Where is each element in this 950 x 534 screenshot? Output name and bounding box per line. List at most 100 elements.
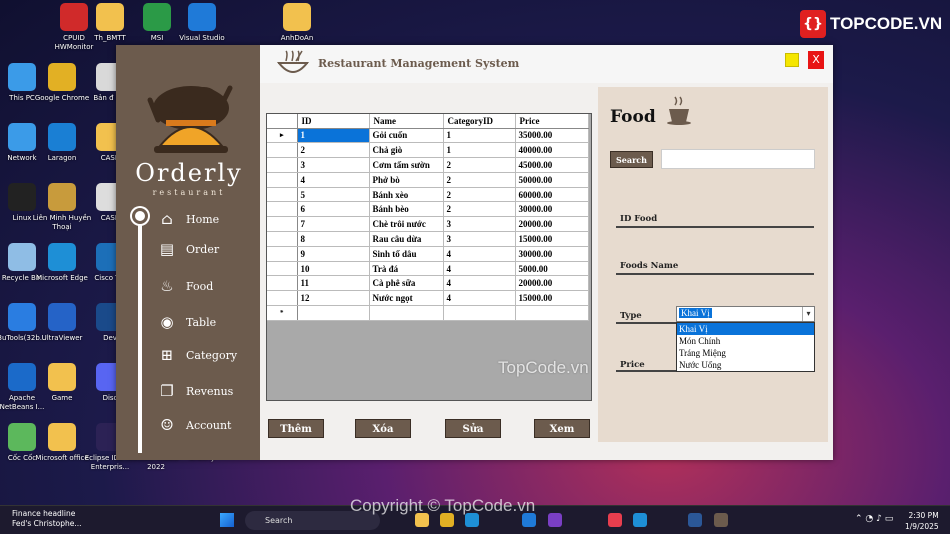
row-header[interactable] <box>267 246 298 262</box>
table-row[interactable]: 12 Nước ngọt 4 15000.00 <box>267 290 589 307</box>
table-cell[interactable]: 1 <box>443 142 516 159</box>
table-row[interactable]: 6 Bánh bèo 2 30000.00 <box>267 201 589 218</box>
table-cell[interactable]: Chè trôi nước <box>369 216 444 233</box>
table-cell[interactable]: 4 <box>443 290 516 307</box>
table-row[interactable]: 10 Trà đá 4 5000.00 <box>267 261 589 277</box>
table-row[interactable]: 9 Sinh tố dâu 4 30000.00 <box>267 246 589 262</box>
table-cell[interactable]: Rau câu dừa <box>369 231 444 247</box>
table-cell[interactable]: 2 <box>443 157 516 173</box>
column-header-price[interactable]: Price <box>515 114 589 129</box>
table-cell[interactable]: 20000.00 <box>515 216 589 233</box>
table-cell[interactable]: 2 <box>297 142 370 159</box>
new-row[interactable]: * <box>267 305 589 321</box>
table-cell[interactable]: 15000.00 <box>515 290 589 307</box>
visual-studio-icon[interactable] <box>548 513 562 527</box>
edit-button[interactable]: Sửa <box>445 419 501 438</box>
desktop-icon[interactable]: Visual Studio <box>172 3 232 43</box>
search-button[interactable]: Search <box>610 151 653 168</box>
table-cell[interactable]: Nước ngọt <box>369 290 444 307</box>
table-cell[interactable]: 35000.00 <box>515 128 589 144</box>
add-button[interactable]: Thêm <box>268 419 324 438</box>
table-cell[interactable] <box>369 305 444 321</box>
row-header[interactable]: * <box>267 305 298 321</box>
table-cell[interactable]: 2 <box>443 201 516 218</box>
system-tray[interactable]: ⌃ ◔ ♪ ▭ <box>855 514 893 524</box>
table-cell[interactable]: 11 <box>297 275 370 292</box>
news-widget[interactable]: Finance headline Fed's Christophe... <box>12 509 112 529</box>
table-cell[interactable]: 4 <box>443 261 516 277</box>
table-cell[interactable] <box>297 305 370 321</box>
column-header-name[interactable]: Name <box>369 114 444 129</box>
table-cell[interactable]: 3 <box>443 216 516 233</box>
table-row[interactable]: 8 Rau câu dừa 3 15000.00 <box>267 231 589 247</box>
table-cell[interactable]: 4 <box>297 172 370 188</box>
view-button[interactable]: Xem <box>534 419 590 438</box>
table-cell[interactable]: 12 <box>297 290 370 307</box>
table-row[interactable]: 7 Chè trôi nước 3 20000.00 <box>267 216 589 233</box>
table-cell[interactable]: 8 <box>297 231 370 247</box>
table-row[interactable]: 2 Chả giò 1 40000.00 <box>267 142 589 159</box>
type-option[interactable]: Món Chính <box>677 335 814 347</box>
table-cell[interactable]: 2 <box>443 187 516 203</box>
close-button[interactable]: X <box>808 51 824 69</box>
nav-account[interactable]: ☺ Account <box>156 413 231 437</box>
row-header[interactable] <box>267 216 298 233</box>
table-cell[interactable]: Phở bò <box>369 172 444 188</box>
table-cell[interactable]: 40000.00 <box>515 142 589 159</box>
row-header[interactable] <box>267 201 298 218</box>
nav-revenue[interactable]: ❐ Revenus <box>156 379 233 403</box>
orderly-app-icon[interactable] <box>714 513 728 527</box>
table-cell[interactable]: 45000.00 <box>515 157 589 173</box>
desktop-icon[interactable]: AnhDoAn <box>267 3 327 43</box>
delete-button[interactable]: Xóa <box>355 419 411 438</box>
table-cell[interactable]: Cơm tấm sườn <box>369 157 444 173</box>
table-cell[interactable]: 15000.00 <box>515 231 589 247</box>
table-cell[interactable]: Cà phê sữa <box>369 275 444 292</box>
table-cell[interactable]: 30000.00 <box>515 246 589 262</box>
table-cell[interactable]: 1 <box>443 128 516 144</box>
word-icon[interactable] <box>688 513 702 527</box>
edge-icon[interactable] <box>633 513 647 527</box>
nav-order[interactable]: ▤ Order <box>156 237 219 261</box>
table-cell[interactable]: 4 <box>443 246 516 262</box>
table-cell[interactable]: 1 <box>297 128 370 144</box>
table-cell[interactable]: Chả giò <box>369 142 444 159</box>
type-option[interactable]: Khai Vị <box>677 323 814 335</box>
table-row[interactable]: 3 Cơm tấm sườn 2 45000.00 <box>267 157 589 173</box>
price-field[interactable] <box>616 370 676 372</box>
row-header[interactable] <box>267 231 298 247</box>
table-row[interactable]: 4 Phở bò 2 50000.00 <box>267 172 589 188</box>
table-row[interactable]: ▸ 1 Gỏi cuốn 1 35000.00 <box>267 128 589 144</box>
minimize-button[interactable] <box>785 53 799 67</box>
table-cell[interactable]: 9 <box>297 246 370 262</box>
row-header[interactable] <box>267 261 298 277</box>
chevron-down-icon[interactable]: ▾ <box>802 307 814 321</box>
windows-start-icon[interactable] <box>220 513 234 527</box>
row-header[interactable]: ▸ <box>267 128 298 144</box>
id-food-field[interactable] <box>616 226 814 228</box>
type-select[interactable]: Khai Vị ▾ <box>676 306 815 322</box>
food-name-field[interactable] <box>616 273 814 275</box>
row-header[interactable] <box>267 172 298 188</box>
type-option[interactable]: Tráng Miệng <box>677 347 814 359</box>
table-cell[interactable] <box>515 305 589 321</box>
table-cell[interactable]: 4 <box>443 275 516 292</box>
table-cell[interactable]: 5 <box>297 187 370 203</box>
table-cell[interactable]: Gỏi cuốn <box>369 128 444 144</box>
search-input[interactable] <box>661 149 815 169</box>
nav-table[interactable]: ◉ Table <box>156 310 216 334</box>
row-header[interactable] <box>267 290 298 307</box>
row-header[interactable] <box>267 187 298 203</box>
table-cell[interactable]: 3 <box>443 231 516 247</box>
nav-category[interactable]: ⊞ Category <box>156 343 237 367</box>
table-cell[interactable]: Sinh tố dâu <box>369 246 444 262</box>
table-cell[interactable]: Bánh xèo <box>369 187 444 203</box>
type-option[interactable]: Nước Uống <box>677 359 814 371</box>
table-cell[interactable]: 6 <box>297 201 370 218</box>
row-header[interactable] <box>267 142 298 159</box>
table-row[interactable]: 5 Bánh xèo 2 60000.00 <box>267 187 589 203</box>
column-header-category[interactable]: CategoryID <box>443 114 516 129</box>
table-cell[interactable]: 50000.00 <box>515 172 589 188</box>
column-header-id[interactable]: ID <box>297 114 370 129</box>
row-header[interactable] <box>267 275 298 292</box>
